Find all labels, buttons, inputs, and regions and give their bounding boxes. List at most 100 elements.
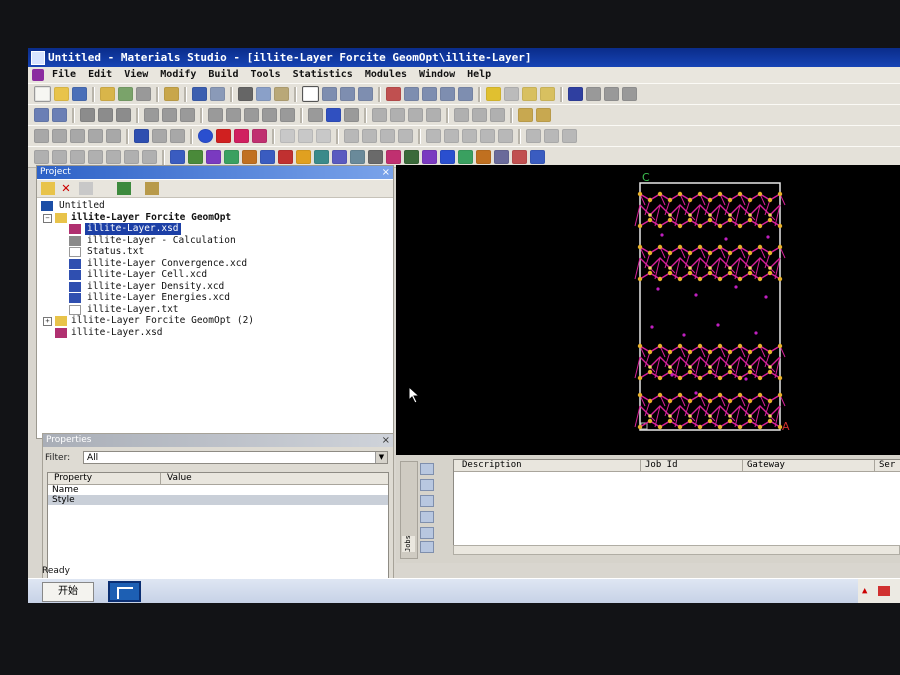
expand-icon[interactable]: + — [43, 317, 52, 326]
module-qsar-icon[interactable] — [332, 150, 347, 164]
next-frame-icon[interactable] — [162, 108, 177, 122]
stop-icon[interactable] — [70, 150, 85, 164]
structure-viewer[interactable]: CA — [396, 165, 900, 455]
redo-icon[interactable] — [210, 87, 225, 101]
module-qmera-icon[interactable] — [476, 150, 491, 164]
rotate-icon[interactable] — [322, 87, 337, 101]
display-style-icon[interactable] — [52, 108, 67, 122]
open-icon[interactable] — [54, 87, 69, 101]
column-property[interactable]: Property — [54, 473, 92, 484]
flag-icon[interactable] — [134, 129, 149, 143]
menu-help[interactable]: Help — [467, 67, 491, 83]
grid-4-icon[interactable] — [88, 129, 103, 143]
filter-select[interactable]: All ▼ — [83, 451, 388, 464]
blue-atom-icon[interactable] — [198, 129, 213, 143]
prev-frame-icon[interactable] — [144, 108, 159, 122]
tree-icon[interactable] — [426, 129, 441, 143]
delete-icon[interactable]: ✕ — [59, 181, 73, 195]
pause-icon[interactable] — [124, 150, 139, 164]
sum-icon[interactable] — [280, 108, 295, 122]
sort-desc-icon[interactable] — [116, 108, 131, 122]
scatter-icon[interactable] — [308, 108, 323, 122]
rect-select-icon[interactable] — [280, 129, 295, 143]
reset-view-icon[interactable] — [386, 87, 401, 101]
peak-icon[interactable] — [408, 108, 423, 122]
module-synthia-icon[interactable] — [530, 150, 545, 164]
start-button[interactable]: 开始 — [42, 582, 94, 602]
box-icon[interactable] — [444, 129, 459, 143]
jobs-tab[interactable]: Jobs — [402, 535, 415, 552]
undo-icon[interactable] — [192, 87, 207, 101]
column-value[interactable]: Value — [160, 473, 192, 484]
jobs-stop-icon[interactable] — [420, 495, 434, 507]
new-icon[interactable] — [34, 86, 51, 102]
sketch-ring-icon[interactable] — [504, 87, 519, 101]
close-icon[interactable]: × — [382, 166, 390, 179]
pointer-icon[interactable] — [372, 108, 387, 122]
table-view-icon[interactable] — [344, 129, 359, 143]
module-visualizer-icon[interactable] — [404, 150, 419, 164]
hbond-icon[interactable] — [252, 129, 267, 143]
title-bar[interactable]: Untitled - Materials Studio - [illite-La… — [28, 48, 900, 67]
menu-window[interactable]: Window — [419, 67, 455, 83]
menu-file[interactable]: File — [52, 67, 76, 83]
label-icon[interactable] — [80, 108, 95, 122]
module-adsorption-icon[interactable] — [494, 150, 509, 164]
symmetry-icon[interactable] — [152, 129, 167, 143]
menu-tools[interactable]: Tools — [251, 67, 281, 83]
module-amorphous-icon[interactable] — [170, 150, 185, 164]
insert-icon[interactable] — [398, 129, 413, 143]
chevron-down-icon[interactable]: ▼ — [375, 452, 387, 463]
forward-icon[interactable] — [88, 150, 103, 164]
materials-studio-task-button[interactable] — [108, 581, 141, 602]
columns-icon[interactable] — [226, 108, 241, 122]
paste-icon[interactable] — [274, 87, 289, 101]
cluster-icon[interactable] — [498, 129, 513, 143]
cycle-icon[interactable] — [490, 108, 505, 122]
sort-icon[interactable] — [98, 108, 113, 122]
jobs-download-icon[interactable] — [420, 541, 434, 553]
print-icon[interactable] — [136, 87, 151, 101]
translate-icon[interactable] — [358, 87, 373, 101]
column-server[interactable]: Ser — [874, 460, 895, 471]
table-row[interactable]: Name — [48, 485, 388, 495]
tray-icon[interactable]: ▲ — [862, 579, 867, 603]
jobs-refresh-icon[interactable] — [420, 463, 434, 475]
tray-app-icon[interactable] — [878, 586, 890, 596]
arrow-tool-3-icon[interactable] — [562, 129, 577, 143]
library-2-icon[interactable] — [536, 108, 551, 122]
module-equilibria-icon[interactable] — [458, 150, 473, 164]
network-icon[interactable] — [462, 129, 477, 143]
module-forcite-icon[interactable] — [242, 150, 257, 164]
grid-icon[interactable] — [34, 129, 49, 143]
grid-3-icon[interactable] — [70, 129, 85, 143]
menu-view[interactable]: View — [124, 67, 148, 83]
clean-icon[interactable] — [586, 87, 601, 101]
menu-modify[interactable]: Modify — [160, 67, 196, 83]
module-conformers-icon[interactable] — [206, 150, 221, 164]
module-mesodyn-icon[interactable] — [278, 150, 293, 164]
cut-icon[interactable] — [238, 87, 253, 101]
open-project-icon[interactable] — [145, 182, 159, 195]
export-icon[interactable] — [118, 87, 133, 101]
edit-icon[interactable] — [180, 108, 195, 122]
fit-screen-icon[interactable] — [404, 87, 419, 101]
play-icon[interactable] — [106, 150, 121, 164]
column-description[interactable]: Description — [458, 460, 522, 471]
chart-icon[interactable] — [326, 108, 341, 122]
menu-build[interactable]: Build — [208, 67, 238, 83]
link-icon[interactable] — [454, 108, 469, 122]
table-row[interactable]: Style — [48, 495, 388, 505]
menu-statistics[interactable]: Statistics — [293, 67, 353, 83]
refresh-project-icon[interactable] — [117, 182, 131, 195]
arrange-icon[interactable] — [262, 108, 277, 122]
menu-modules[interactable]: Modules — [365, 67, 407, 83]
atom-selection-icon[interactable] — [34, 108, 49, 122]
jobs-delete-icon[interactable] — [420, 511, 434, 523]
save-icon[interactable] — [72, 87, 87, 101]
window-icon[interactable] — [106, 129, 121, 143]
collapse-icon[interactable]: − — [43, 213, 52, 223]
delete-bond-icon[interactable] — [568, 87, 583, 101]
zoom-icon[interactable] — [340, 87, 355, 101]
text-icon[interactable] — [362, 129, 377, 143]
